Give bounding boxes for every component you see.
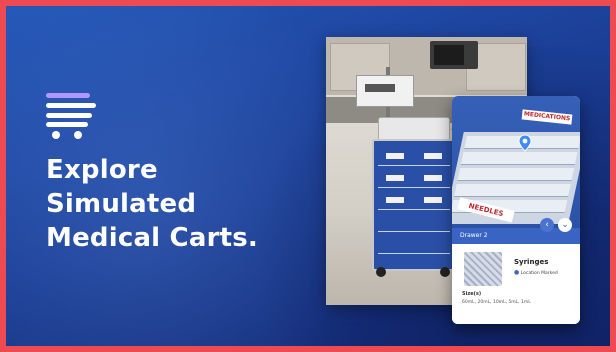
sizes-value: 60mL, 20mL, 10mL, 5mL, 1mL — [462, 300, 531, 305]
ar-camera-view: MEDICATIONS NEEDLES — [452, 96, 580, 228]
headline-line-2: Simulated — [46, 189, 197, 219]
banner: Explore Simulated Medical Carts. MEDICAT… — [6, 6, 610, 346]
microwave-graphic — [430, 41, 478, 69]
phone-mockup: MEDICATIONS NEEDLES ‹ ⌄ Drawer 2 Syringe… — [452, 96, 580, 324]
location-marker-icon: ● — [514, 269, 520, 276]
cart-monitor-graphic — [356, 75, 414, 107]
syringe-image — [464, 252, 502, 286]
headline: Explore Simulated Medical Carts. — [46, 153, 326, 255]
headline-line-1: Explore — [46, 155, 158, 185]
item-location-text: Location Marked — [520, 271, 558, 276]
chevron-left-icon[interactable]: ‹ — [540, 218, 554, 232]
location-pin-icon[interactable] — [516, 134, 534, 152]
item-location: ● Location Marked — [514, 269, 558, 276]
headline-line-3: Medical Carts. — [46, 223, 258, 253]
item-name: Syringes — [514, 258, 549, 266]
sizes-label: Size(s) — [462, 291, 482, 297]
cart-logo-icon — [46, 93, 96, 139]
chevron-down-icon[interactable]: ⌄ — [558, 218, 572, 232]
medications-label: MEDICATIONS — [521, 109, 573, 125]
drawer-detail-sheet: Drawer 2 Syringes ● Location Marked Size… — [452, 228, 580, 324]
medical-cart-graphic — [372, 139, 456, 271]
